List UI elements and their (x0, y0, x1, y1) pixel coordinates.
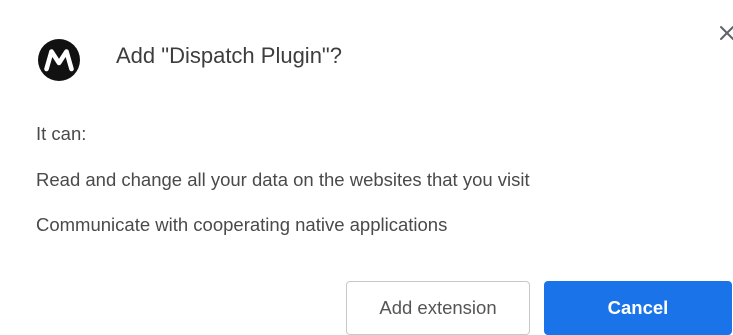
add-extension-button[interactable]: Add extension (346, 281, 530, 335)
close-icon[interactable] (718, 24, 733, 42)
permission-item: Communicate with cooperating native appl… (36, 214, 448, 235)
dialog-title: Add "Dispatch Plugin"? (116, 43, 342, 68)
cancel-button[interactable]: Cancel (544, 281, 732, 335)
permission-item: Read and change all your data on the web… (36, 169, 530, 190)
motorola-logo-icon (38, 39, 80, 81)
permissions-heading: It can: (36, 123, 87, 144)
extension-install-dialog: Add "Dispatch Plugin"? It can: Read and … (0, 0, 733, 335)
